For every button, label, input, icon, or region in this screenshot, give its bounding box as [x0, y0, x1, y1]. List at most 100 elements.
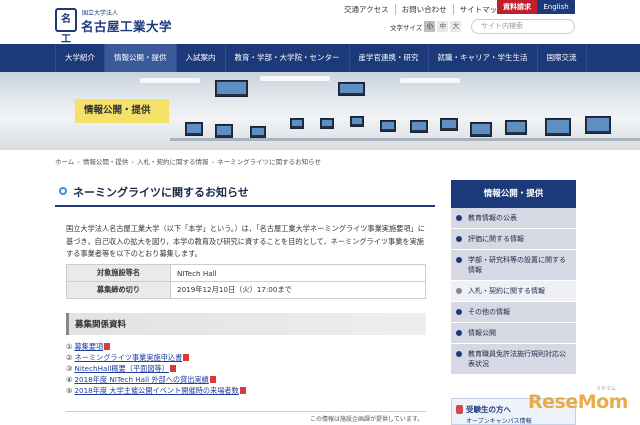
banner-title: 受験生の方へ [466, 405, 511, 414]
global-nav: 大学紹介 情報公開・提供 入試案内 教育・学部・大学院・センター 産学官連携・研… [0, 44, 640, 72]
breadcrumb-separator-icon: › [131, 158, 135, 166]
top-link-contact[interactable]: お問い合わせ [396, 4, 454, 15]
monitor [215, 124, 233, 138]
info-table: 対象施設等名 NITech Hall 募集締め切り 2019年12月10日（火）… [66, 264, 426, 299]
breadcrumb-separator-icon: › [77, 158, 80, 166]
document-link-rental-record[interactable]: 2018年度 NITech Hall 外部への貸出実績 [74, 375, 208, 384]
sidebar-heading[interactable]: 情報公開・提供 [451, 180, 576, 208]
document-list: ① 募集要項 ② ネーミングライツ事業実施申込書 ③ NitechHall概要（平面図… [66, 341, 246, 396]
search-input[interactable]: サイト内検索 [471, 19, 575, 34]
sidebar-item-teacher-license[interactable]: 教育職員免許法施行規則対応公表状況 [451, 344, 576, 375]
breadcrumb-current: ネーミングライツに関するお知らせ [217, 158, 322, 166]
sidebar-item-evaluation[interactable]: 評価に関する情報 [451, 229, 576, 250]
list-item: ⑤ 2018年度 大学主催公開イベント開催時の来場者数 [66, 385, 246, 396]
sidebar-item-bidding[interactable]: 入札・契約に関する情報 [451, 281, 576, 302]
monitor [380, 120, 396, 132]
sidebar-menu: 教育情報の公表 評価に関する情報 学部・研究科等の設置に関する情報 入札・契約に… [451, 208, 576, 375]
request-materials-button[interactable]: 資料請求 [497, 0, 537, 14]
ceiling-light [260, 76, 330, 81]
sidebar-item-education-info[interactable]: 教育情報の公表 [451, 208, 576, 229]
breadcrumb-home[interactable]: ホーム [55, 158, 74, 166]
top-link-access[interactable]: 交通アクセス [338, 4, 396, 15]
table-key: 募集締め切り [66, 281, 171, 299]
document-link-guidelines[interactable]: 募集要項 [74, 342, 103, 351]
monitor [585, 116, 611, 134]
font-size-medium-button[interactable]: 中 [437, 21, 449, 32]
list-number: ③ [66, 364, 73, 373]
nav-item-research[interactable]: 産学官連携・研究 [350, 44, 429, 72]
list-item: ④ 2018年度 NITech Hall 外部への貸出実績 [66, 374, 246, 385]
monitor [338, 82, 365, 96]
breadcrumb: ホーム › 情報公開・提供 › 入札・契約に関する情報 › ネーミングライツに関するお知らせ [55, 156, 321, 166]
table-row: 対象施設等名 NITech Hall [66, 264, 426, 282]
pdf-icon [183, 354, 190, 361]
english-button[interactable]: English [537, 0, 575, 14]
university-logo[interactable]: 名工 国立大学法人 名古屋工業大学 [55, 8, 175, 45]
resemom-watermark-sub: リセマム [596, 386, 617, 392]
table-key: 対象施設等名 [66, 264, 171, 282]
section-title: 募集関係資料 [75, 320, 127, 330]
sidebar-item-other[interactable]: その他の情報 [451, 302, 576, 323]
footnote: この情報は施設企画課が提供しています。 [310, 416, 424, 423]
table-value: 2019年12月10日（火）17:00まで [170, 281, 426, 299]
monitor [410, 120, 428, 133]
section-heading: 募集関係資料 [66, 313, 426, 335]
sidebar-item-disclosure[interactable]: 情報公開 [451, 323, 576, 344]
breadcrumb-info[interactable]: 情報公開・提供 [83, 158, 129, 166]
monitor [505, 120, 527, 135]
nav-item-admissions[interactable]: 入試案内 [177, 44, 226, 72]
nav-item-about[interactable]: 大学紹介 [55, 44, 105, 72]
bookmark-icon [456, 405, 463, 414]
pdf-icon [209, 376, 216, 383]
list-number: ② [66, 353, 73, 362]
ceiling-light [140, 78, 200, 83]
monitor [545, 118, 571, 136]
top-links: 交通アクセス お問い合わせ サイトマップ [338, 4, 511, 15]
monitor [470, 122, 492, 137]
intro-paragraph: 国立大学法人名古屋工業大学（以下「本学」という。）は，「名古屋工業大学ネーミング… [66, 224, 425, 258]
list-number: ① [66, 342, 73, 351]
list-item: ① 募集要項 [66, 341, 246, 352]
desk-row [170, 138, 640, 141]
monitor [350, 116, 364, 127]
resemom-watermark: ReseMom [528, 391, 628, 413]
document-link-application[interactable]: ネーミングライツ事業実施申込書 [74, 353, 182, 362]
monitor [215, 80, 248, 97]
nav-item-education[interactable]: 教育・学部・大学院・センター [226, 44, 350, 72]
document-link-visitor-count[interactable]: 2018年度 大学主催公開イベント開催時の来場者数 [74, 386, 238, 395]
font-size-large-button[interactable]: 大 [450, 21, 462, 32]
logo-name: 名古屋工業大学 [81, 19, 173, 34]
list-item: ② ネーミングライツ事業実施申込書 [66, 352, 246, 363]
monitor [290, 118, 304, 129]
nav-item-info-disclosure[interactable]: 情報公開・提供 [105, 44, 177, 72]
font-size-small-button[interactable]: 小 [424, 21, 436, 32]
page-title-bar: ネーミングライツに関するお知らせ [55, 179, 435, 207]
table-value: NITech Hall [170, 264, 426, 282]
hero-label: 情報公開・提供 [75, 99, 169, 123]
nav-item-career[interactable]: 就職・キャリア・学生生活 [429, 44, 538, 72]
font-size-control: 文字サイズ 小 中 大 [390, 21, 462, 32]
list-number: ④ [66, 375, 73, 384]
list-item: ③ NitechHall概要（平面図等） [66, 363, 246, 374]
document-link-hall-overview[interactable]: NitechHall概要（平面図等） [74, 364, 168, 373]
site-header: 名工 国立大学法人 名古屋工業大学 交通アクセス お問い合わせ サイトマップ 資… [0, 0, 640, 45]
logo-mark-icon: 名工 [55, 8, 77, 45]
font-size-label: 文字サイズ [390, 23, 423, 32]
monitor [185, 122, 203, 136]
hero-banner: 情報公開・提供 [0, 72, 640, 150]
title-bullet-icon [59, 187, 67, 195]
monitor [440, 118, 458, 131]
breadcrumb-separator-icon: › [211, 158, 215, 166]
pdf-icon [169, 365, 176, 372]
list-number: ⑤ [66, 386, 73, 395]
pdf-icon [239, 387, 246, 394]
banner-subtitle: オープンキャンパス情報 [466, 418, 532, 425]
nav-item-international[interactable]: 国際交流 [538, 44, 587, 72]
page-title: ネーミングライツに関するお知らせ [73, 186, 249, 199]
pdf-icon [104, 343, 111, 350]
footnote-divider [66, 411, 426, 412]
monitor [250, 126, 266, 138]
breadcrumb-bidding[interactable]: 入札・契約に関する情報 [137, 158, 209, 166]
sidebar-item-establishment[interactable]: 学部・研究科等の設置に関する情報 [451, 250, 576, 281]
ceiling-light [400, 78, 460, 83]
